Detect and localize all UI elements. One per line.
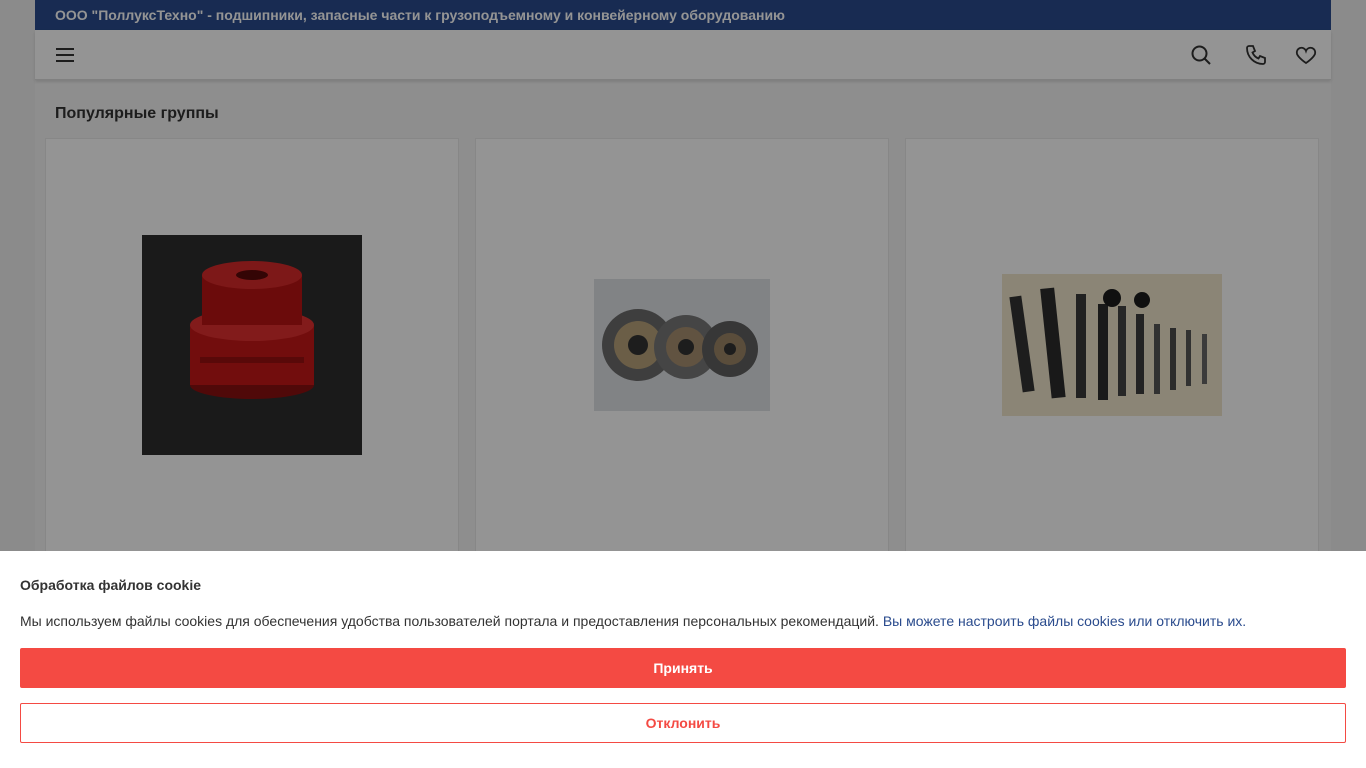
cookie-text: Мы используем файлы cookies для обеспече… xyxy=(20,613,1246,629)
accept-button[interactable]: Принять xyxy=(20,648,1346,688)
cookie-title: Обработка файлов cookie xyxy=(20,577,202,593)
cookie-settings-link[interactable]: Вы можете настроить файлы cookies или от… xyxy=(883,613,1246,629)
cookie-description: Мы используем файлы cookies для обеспече… xyxy=(20,613,879,629)
cookie-banner: Обработка файлов cookie Мы используем фа… xyxy=(0,551,1366,768)
decline-button[interactable]: Отклонить xyxy=(20,703,1346,743)
